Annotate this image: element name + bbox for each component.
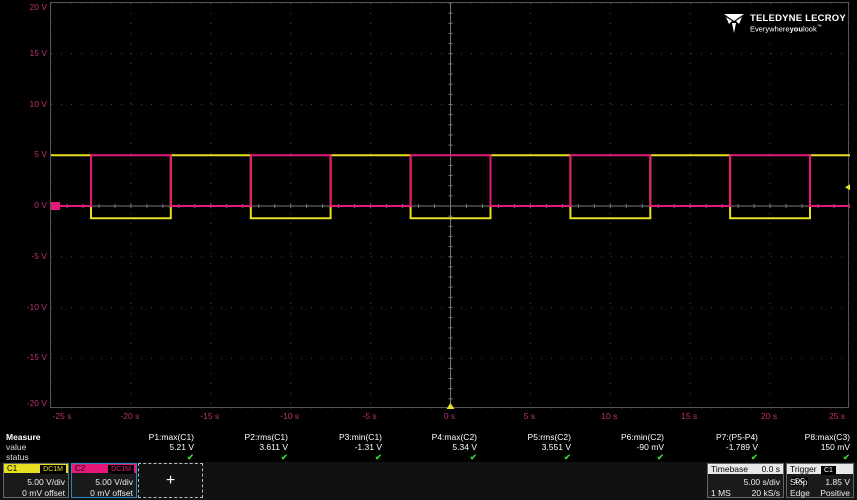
channel-c1-vdiv: 5.00 V/div bbox=[27, 477, 65, 487]
trigger-position-marker bbox=[446, 403, 455, 409]
measure-p5-value: 3.551 V bbox=[541, 442, 571, 452]
x-tick-label-7: 10 s bbox=[601, 411, 618, 421]
measure-p2-value: 3.611 V bbox=[259, 442, 288, 452]
y-tick-label-1: 15 V bbox=[29, 47, 48, 58]
c2-ground-marker bbox=[51, 202, 60, 210]
y-tick-label-4: 0 V bbox=[34, 200, 47, 210]
trigger-level-marker bbox=[845, 184, 850, 191]
y-tick-label-7: -15 V bbox=[26, 352, 47, 363]
measure-status-row: status bbox=[0, 452, 857, 462]
trigger-mode: Stop bbox=[790, 477, 808, 487]
x-tick-label-2: -15 s bbox=[200, 411, 220, 421]
timebase-rate: 20 kS/s bbox=[751, 488, 780, 498]
x-tick-label-8: 15 s bbox=[681, 411, 698, 421]
measure-p8-name[interactable]: P8:max(C3) bbox=[805, 432, 850, 442]
measure-p5-name[interactable]: P5:rms(C2) bbox=[528, 432, 571, 442]
x-tick-label-3: -10 s bbox=[280, 411, 300, 421]
brand-logo: TELEDYNE LECROY Everywhereyoulook™ bbox=[722, 12, 847, 34]
channel-c2-vdiv: 5.00 V/div bbox=[95, 477, 133, 487]
measure-p3-name[interactable]: P3:min(C1) bbox=[339, 432, 382, 442]
x-tick-label-6: 5 s bbox=[523, 411, 536, 421]
timebase-label: Timebase bbox=[711, 464, 749, 474]
measure-p4-value: 5.34 V bbox=[452, 442, 477, 452]
channel-c1-coupling: DC1M bbox=[40, 465, 66, 474]
measure-p1-name[interactable]: P1:max(C1) bbox=[149, 432, 194, 442]
measure-table[interactable]: Measure value status P1:max(C1) 5.21 V ✔ P2… bbox=[0, 432, 857, 462]
x-tick-label-9: 20 s bbox=[761, 411, 778, 421]
waveform-plot bbox=[51, 3, 850, 409]
y-tick-label-5: -5 V bbox=[31, 250, 47, 261]
channel-c2-coupling: DC1M bbox=[108, 465, 134, 474]
channel-c1-offset: 0 mV offset bbox=[22, 488, 65, 498]
x-tick-label-5: 0 s bbox=[443, 411, 456, 421]
timebase-header: Timebase 0.0 s bbox=[708, 464, 783, 474]
measure-status-label: status bbox=[6, 452, 29, 462]
x-tick-label-1: -20 s bbox=[120, 411, 140, 421]
timebase-tdiv: 5.00 s/div bbox=[743, 477, 780, 487]
measure-p2-name[interactable]: P2:rms(C1) bbox=[245, 432, 288, 442]
y-tick-label-8: -20 V bbox=[26, 398, 47, 408]
measure-p6-value: -90 mV bbox=[636, 442, 664, 452]
trigger-source: C1 bbox=[820, 466, 836, 475]
trigger-descriptor[interactable]: Trigger C1DC Stop 1.85 V Edge Positive bbox=[786, 463, 854, 498]
trigger-type: Edge bbox=[790, 488, 810, 498]
oscilloscope-screen: 20 V 15 V 10 V 5 V 0 V -5 V -10 V -15 V -20 V -2… bbox=[0, 0, 857, 500]
measure-p3-value: -1.31 V bbox=[354, 442, 382, 452]
x-tick-label-10: 25 s bbox=[828, 411, 846, 421]
x-tick-label-4: -5 s bbox=[362, 411, 377, 421]
channel-c2-offset: 0 mV offset bbox=[90, 488, 133, 498]
bottom-descriptor-bar: C1 DC1M 5.00 V/div 0 mV offset C2 DC1M 5… bbox=[0, 462, 857, 500]
channel-c1-header: C1 DC1M bbox=[4, 464, 68, 474]
y-tick-label-2: 10 V bbox=[29, 98, 48, 109]
channel-descriptor-c2[interactable]: C2 DC1M 5.00 V/div 0 mV offset bbox=[71, 463, 137, 498]
y-tick-label-6: -10 V bbox=[26, 301, 47, 312]
y-tick-label-3: 5 V bbox=[34, 149, 47, 160]
add-trace-button[interactable]: + bbox=[138, 463, 203, 498]
trigger-label: Trigger bbox=[790, 464, 817, 474]
measure-p8-value: 150 mV bbox=[820, 442, 850, 452]
channel-c1-name: C1 bbox=[7, 464, 18, 473]
y-tick-label-0: 20 V bbox=[29, 2, 48, 12]
timebase-descriptor[interactable]: Timebase 0.0 s 5.00 s/div 1 MS 20 kS/s bbox=[707, 463, 784, 498]
channel-c2-header: C2 DC1M bbox=[72, 464, 136, 474]
measure-p7-name[interactable]: P7:(P5-P4) bbox=[716, 432, 758, 442]
measure-p6-name[interactable]: P6:min(C2) bbox=[621, 432, 664, 442]
trigger-header: Trigger C1DC bbox=[787, 464, 853, 486]
timebase-delay: 0.0 s bbox=[761, 464, 780, 474]
measure-label: Measure bbox=[6, 432, 41, 442]
x-tick-label-0: -25 s bbox=[52, 411, 72, 421]
timebase-samples: 1 MS bbox=[711, 488, 731, 498]
measure-p4-name[interactable]: P4:max(C2) bbox=[432, 432, 477, 442]
channel-descriptor-c1[interactable]: C1 DC1M 5.00 V/div 0 mV offset bbox=[3, 463, 69, 498]
measure-p1-value: 5.21 V bbox=[169, 442, 194, 452]
measure-p7-value: -1.789 V bbox=[725, 442, 758, 452]
trigger-slope: Positive bbox=[820, 488, 850, 498]
brand-subtitle: Everywhereyoulook™ bbox=[750, 24, 822, 34]
brand-title: TELEDYNE LECROY bbox=[750, 13, 846, 24]
waveform-grid[interactable] bbox=[50, 2, 850, 409]
trigger-level: 1.85 V bbox=[825, 477, 850, 487]
teledyne-logo-icon bbox=[724, 14, 744, 33]
measure-value-label: value bbox=[6, 442, 27, 452]
channel-c2-name: C2 bbox=[75, 464, 86, 473]
